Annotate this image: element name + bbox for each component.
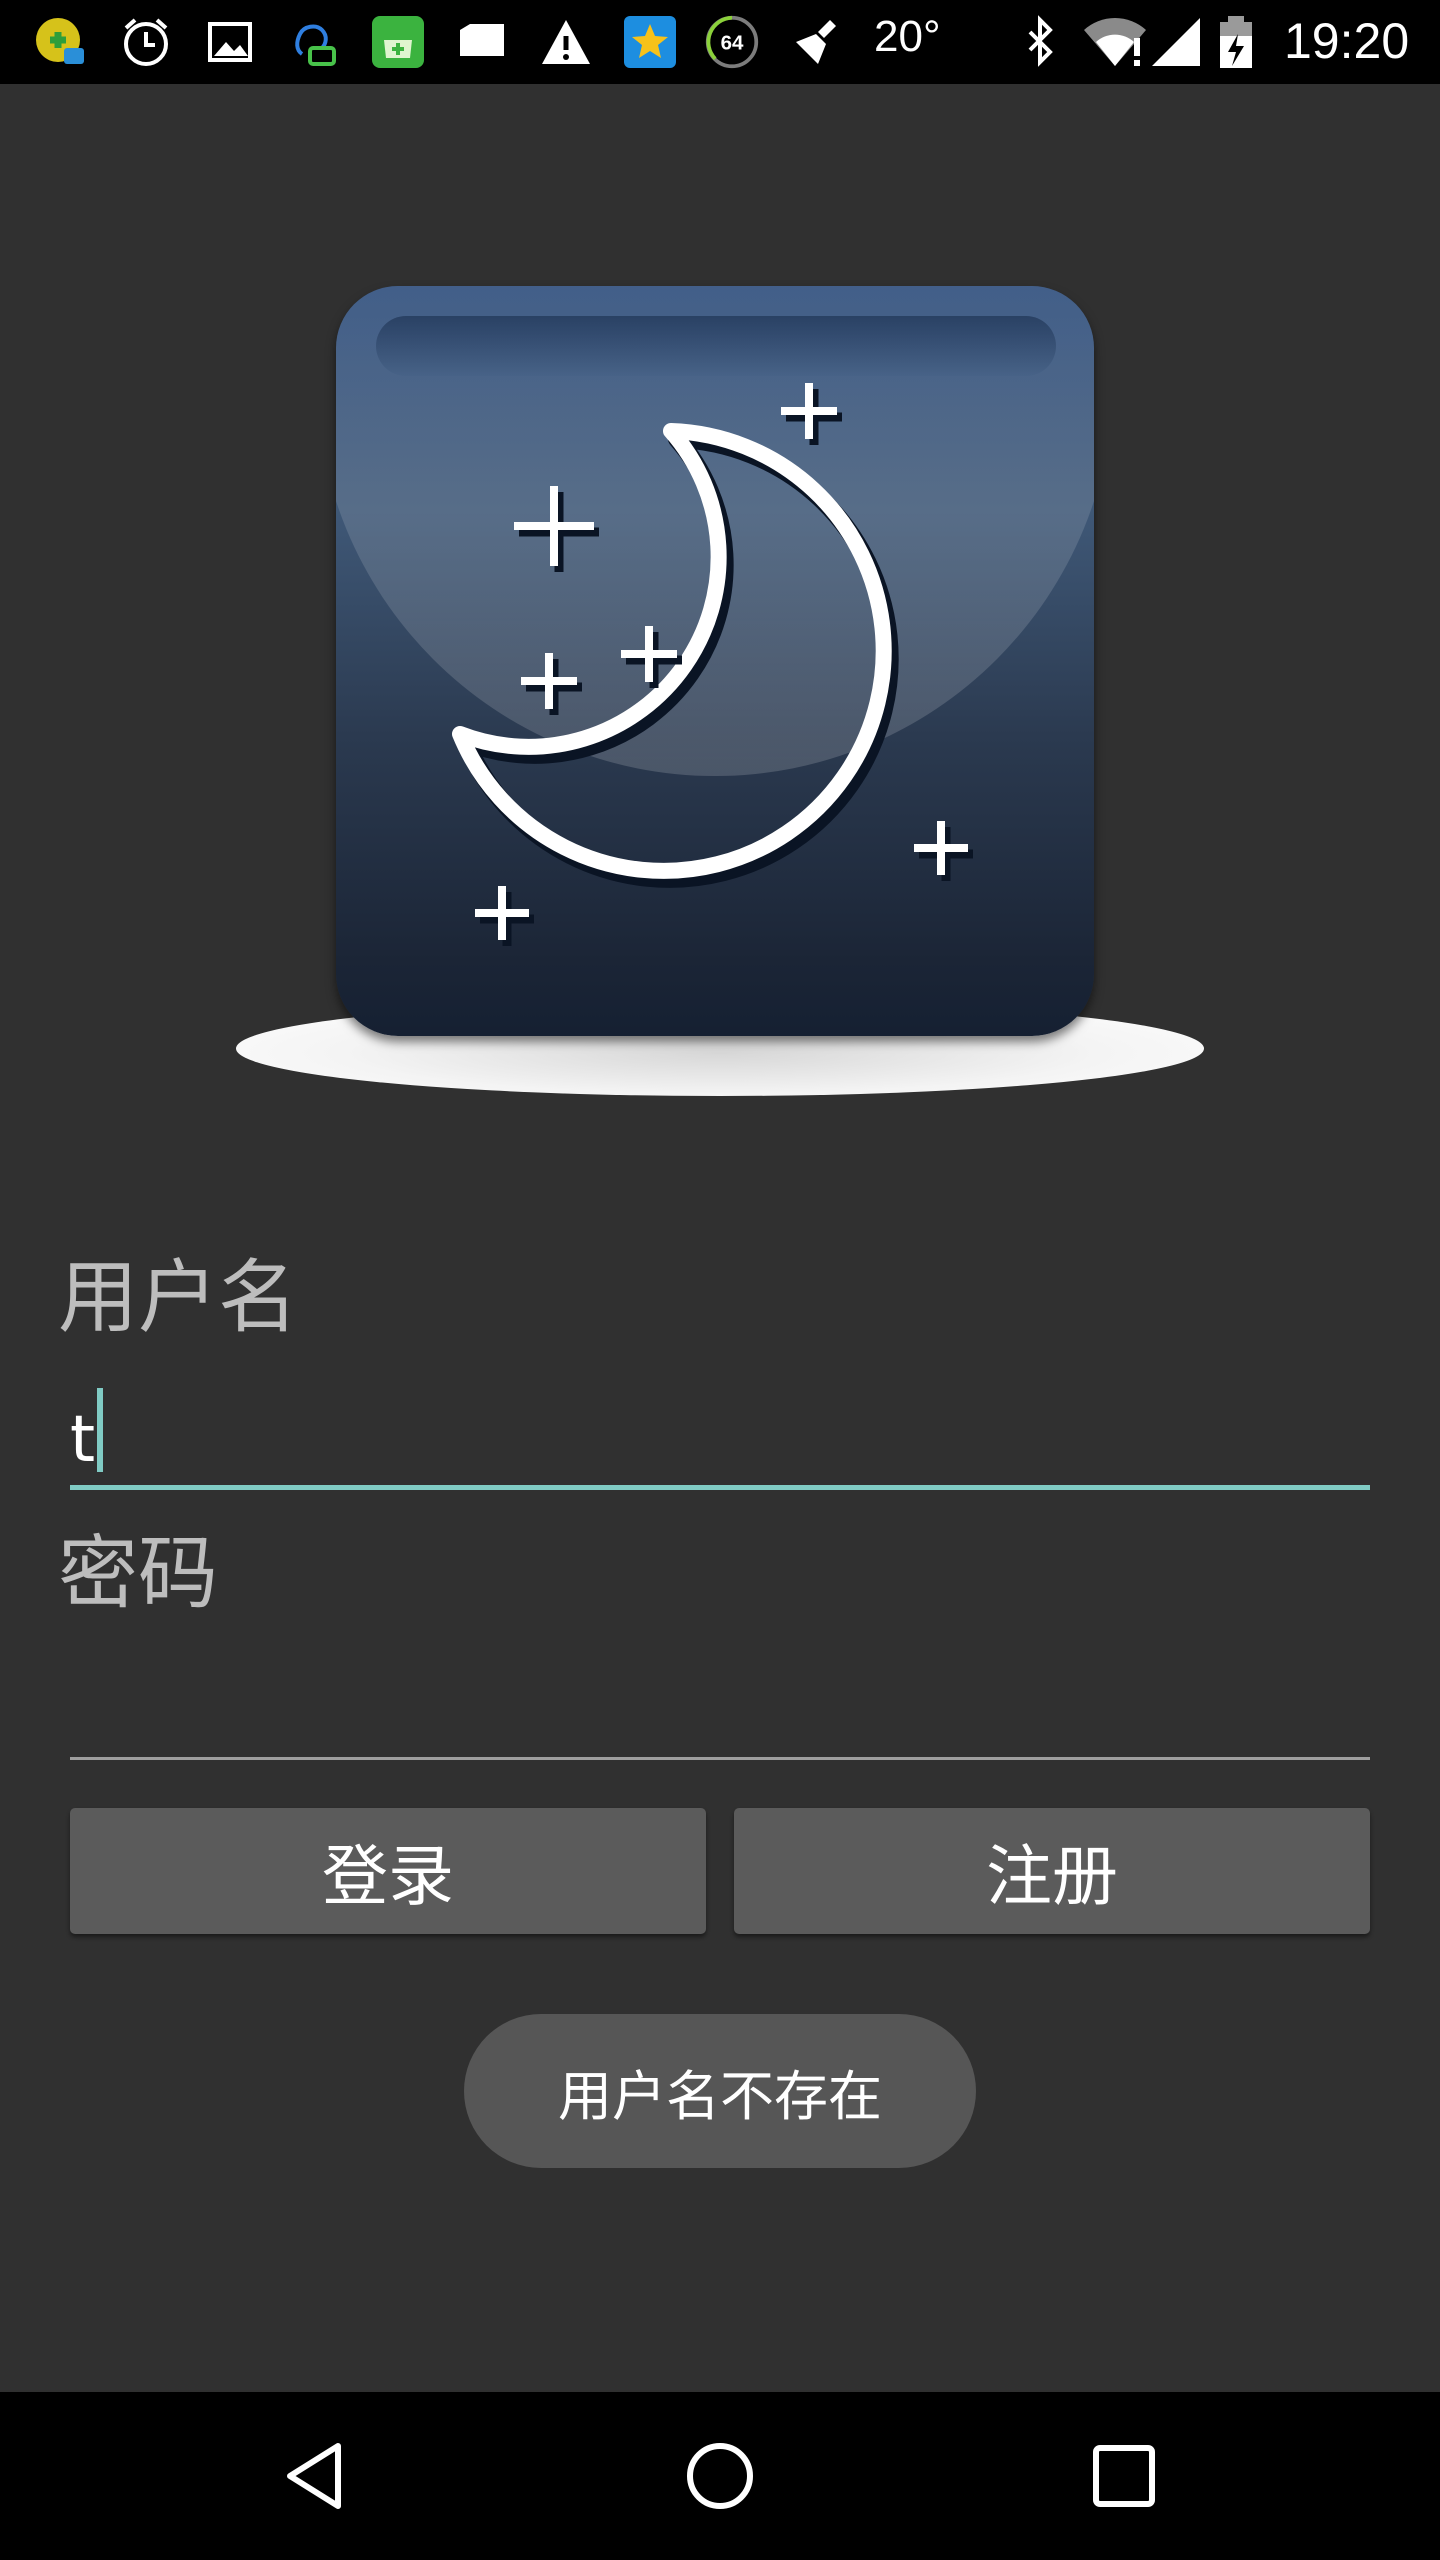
register-button[interactable]: 注册	[734, 1808, 1370, 1934]
navigation-bar	[0, 2392, 1440, 2560]
recents-icon[interactable]	[1084, 2436, 1164, 2516]
username-text: t	[70, 1403, 96, 1477]
status-bar: 64 20° 19:20	[0, 0, 1440, 84]
password-underline	[70, 1757, 1370, 1760]
toast-message: 用户名不存在	[464, 2014, 976, 2168]
password-input[interactable]	[70, 1650, 1370, 1760]
app-notification-icon	[32, 14, 88, 70]
speed-meter-icon: 64	[704, 14, 760, 70]
star-app-icon	[622, 14, 678, 70]
chat-bubble-icon	[286, 14, 342, 70]
message-icon	[454, 14, 510, 70]
back-icon[interactable]	[276, 2436, 356, 2516]
broom-icon	[790, 14, 846, 70]
home-icon[interactable]	[680, 2436, 760, 2516]
username-input[interactable]: t	[70, 1380, 1370, 1490]
username-label: 用户名	[58, 1251, 298, 1344]
signal-icon	[1148, 14, 1204, 70]
username-underline	[70, 1485, 1370, 1490]
login-button[interactable]: 登录	[70, 1808, 706, 1934]
image-icon	[202, 14, 258, 70]
meter-value: 64	[721, 31, 744, 54]
logo-tile	[336, 286, 1094, 1036]
username-value: t	[70, 1388, 104, 1477]
temperature: 20°	[874, 12, 941, 61]
clock: 19:20	[1284, 13, 1410, 69]
warning-icon	[538, 14, 594, 70]
app-logo	[236, 286, 1204, 1096]
text-cursor	[97, 1388, 104, 1472]
wifi-icon	[1082, 14, 1148, 70]
password-label: 密码	[58, 1527, 218, 1620]
moon-stars-icon	[452, 383, 973, 946]
battery-charging-icon	[1216, 14, 1256, 70]
bluetooth-icon	[1012, 14, 1068, 70]
app-store-icon	[370, 14, 426, 70]
alarm-clock-icon	[118, 14, 174, 70]
